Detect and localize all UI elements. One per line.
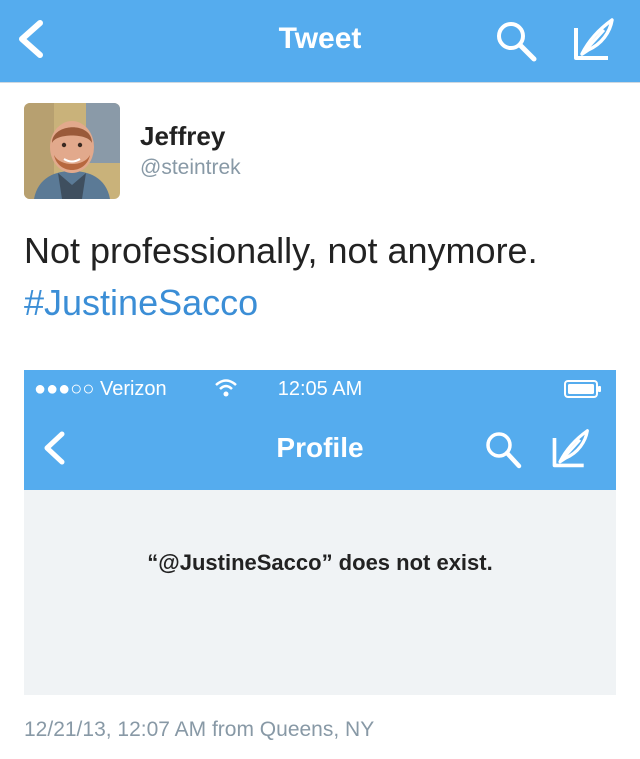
profile-not-found-message: “@JustineSacco” does not exist. [147,550,493,575]
author-avatar[interactable] [24,103,120,199]
tweet-timestamp: 12/21/13, 12:07 AM from Queens, NY [24,718,375,741]
tweet-body: Not professionally, not anymore. [24,230,538,271]
embedded-status-bar: ●●●○○ Verizon 12:05 AM [24,370,616,410]
battery-icon [564,380,601,398]
author-handle[interactable]: @steintrek [140,156,241,180]
search-icon[interactable] [494,19,538,63]
hashtag-link[interactable]: #JustineSacco [24,277,624,329]
embedded-compose-icon [552,429,589,468]
header-divider [0,82,640,83]
embedded-search-icon [486,432,522,469]
status-time: 12:05 AM [277,378,363,400]
tweet-text: Not professionally, not anymore. #Justin… [24,225,624,329]
page-title: Tweet [278,22,362,55]
author-name[interactable]: Jeffrey [140,121,225,152]
embedded-screenshot[interactable]: ●●●○○ Verizon 12:05 AM Profile “@Justine… [24,370,616,695]
embedded-nav-bar: Profile [24,410,616,490]
embedded-page-title: Profile [276,432,364,463]
top-nav-bar: Tweet [0,0,640,82]
compose-icon[interactable] [570,16,616,64]
